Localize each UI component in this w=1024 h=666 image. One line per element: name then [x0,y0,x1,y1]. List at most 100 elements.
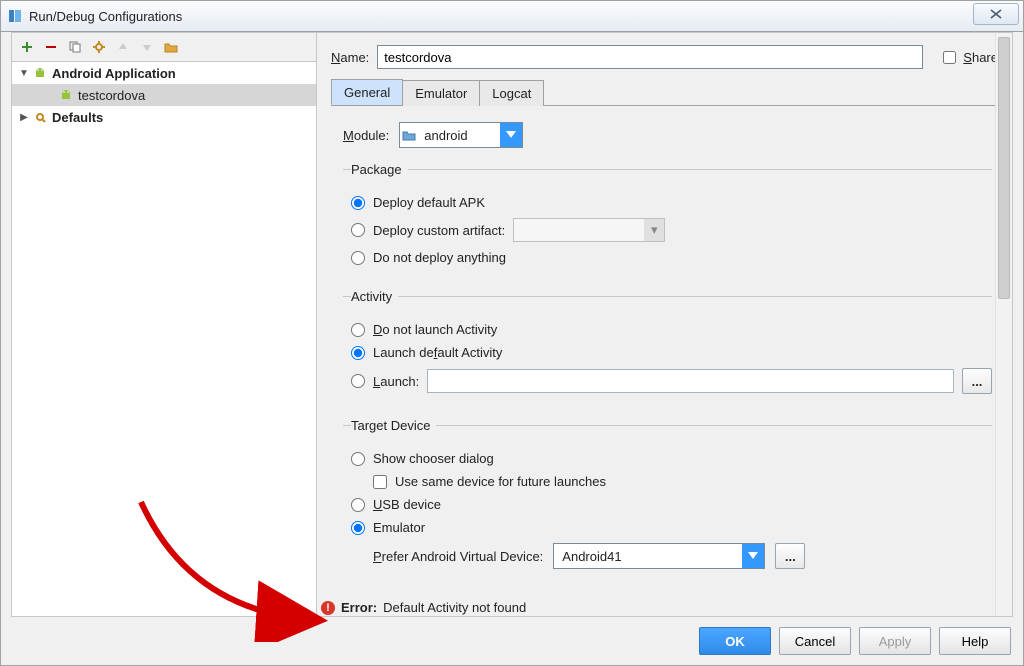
option-text: Show chooser dialog [373,451,494,466]
left-panel: ▼ Android Application testcordova ▶ [12,33,317,616]
error-message: Default Activity not found [383,600,526,615]
tab-panel-general: Module: android Pack [331,106,998,616]
share-checkbox-label[interactable]: Share [939,48,998,67]
add-config-button[interactable] [18,38,36,56]
deploy-default-apk-option[interactable]: Deploy default APK [351,195,992,210]
tab-bar: General Emulator Logcat [331,79,998,106]
browse-activity-button[interactable]: ... [962,368,992,394]
option-text: Do not deploy anything [373,250,506,265]
tab-emulator[interactable]: Emulator [402,80,480,106]
activity-group: Activity Do not launch Activity Launch d… [343,289,992,402]
titlebar: Run/Debug Configurations [1,1,1023,32]
prefer-avd-combo[interactable]: Android41 [553,543,765,569]
use-same-device-checkbox[interactable] [373,475,387,489]
browse-avd-button[interactable]: ... [775,543,805,569]
chevron-down-icon[interactable] [742,544,764,568]
settings-config-button[interactable] [90,38,108,56]
tree-label: testcordova [78,88,145,103]
module-row: Module: android [343,122,992,148]
expand-arrow-icon[interactable]: ▶ [18,112,30,123]
app-icon [7,8,23,24]
target-device-legend: Target Device [351,418,436,433]
do-not-launch-option[interactable]: Do not launch Activity [351,322,992,337]
error-label: Error: [341,600,377,615]
do-not-deploy-option[interactable]: Do not deploy anything [351,250,992,265]
activity-legend: Activity [351,289,398,304]
dialog-window: Run/Debug Configurations [0,0,1024,666]
package-group: Package Deploy default APK Deploy custom… [343,162,992,273]
launch-default-option[interactable]: Launch default Activity [351,345,992,360]
tab-general[interactable]: General [331,79,403,105]
option-text: Launch default Activity [373,345,502,360]
tree-label: Defaults [52,110,103,125]
apply-button[interactable]: Apply [859,627,931,655]
option-text: Deploy custom artifact: [373,223,505,238]
name-row: Name: Share [331,45,998,69]
close-window-button[interactable] [973,3,1019,25]
emulator-option[interactable]: Emulator [351,520,992,535]
deploy-custom-artifact-option[interactable]: Deploy custom artifact: ▾ [351,218,992,242]
chevron-down-icon[interactable] [500,123,522,147]
android-icon [58,87,74,103]
help-button[interactable]: Help [939,627,1011,655]
move-down-button[interactable] [138,38,156,56]
dialog-button-bar: OK Cancel Apply Help [699,627,1011,655]
module-combo[interactable]: android [399,122,523,148]
move-up-button[interactable] [114,38,132,56]
window-title: Run/Debug Configurations [29,9,182,24]
option-text: Use same device for future launches [395,474,606,489]
right-panel: Name: Share General Emulator Logcat Modu… [317,33,1012,616]
launch-default-radio[interactable] [351,346,365,360]
option-text: Deploy default APK [373,195,485,210]
custom-artifact-combo[interactable]: ▾ [513,218,665,242]
tree-node-android-application[interactable]: ▼ Android Application [12,62,316,84]
launch-activity-input[interactable] [427,369,954,393]
name-input[interactable] [377,45,923,69]
remove-config-button[interactable] [42,38,60,56]
deploy-default-apk-radio[interactable] [351,196,365,210]
prefer-avd-label: Prefer Android Virtual Device: [373,549,543,564]
option-text: Do not launch Activity [373,322,497,337]
show-chooser-option[interactable]: Show chooser dialog [351,451,992,466]
option-text: Launch: [373,374,419,389]
usb-device-radio[interactable] [351,498,365,512]
share-checkbox[interactable] [943,51,956,64]
vertical-scrollbar[interactable] [995,33,1012,616]
launch-specific-radio[interactable] [351,374,365,388]
dialog-content: ▼ Android Application testcordova ▶ [1,32,1023,665]
do-not-deploy-radio[interactable] [351,251,365,265]
tree-label: Android Application [52,66,176,81]
android-icon [32,65,48,81]
show-chooser-radio[interactable] [351,452,365,466]
tree-node-testcordova[interactable]: testcordova [12,84,316,106]
prefer-avd-value: Android41 [554,549,742,564]
chevron-down-icon[interactable]: ▾ [644,219,664,241]
scrollbar-thumb[interactable] [998,37,1010,299]
config-tree[interactable]: ▼ Android Application testcordova ▶ [12,62,316,616]
tree-node-defaults[interactable]: ▶ Defaults [12,106,316,128]
wrench-icon [32,109,48,125]
option-text: Emulator [373,520,425,535]
expand-arrow-icon[interactable]: ▼ [18,68,30,79]
ok-button[interactable]: OK [699,627,771,655]
config-toolbar [12,33,316,62]
do-not-launch-radio[interactable] [351,323,365,337]
error-icon: ! [321,601,335,615]
option-text: USB device [373,497,441,512]
folder-button[interactable] [162,38,180,56]
folder-icon [400,129,418,141]
prefer-avd-row: Prefer Android Virtual Device: Android41… [373,543,992,569]
use-same-device-option[interactable]: Use same device for future launches [373,474,992,489]
target-device-group: Target Device Show chooser dialog Use sa… [343,418,992,569]
name-label: Name: [331,50,369,65]
copy-config-button[interactable] [66,38,84,56]
tab-logcat[interactable]: Logcat [479,80,544,106]
module-label: Module: [343,128,389,143]
deploy-custom-artifact-radio[interactable] [351,223,365,237]
cancel-button[interactable]: Cancel [779,627,851,655]
error-bar: ! Error: Default Activity not found [321,600,1003,615]
launch-specific-option[interactable]: Launch: ... [351,368,992,394]
package-legend: Package [351,162,408,177]
usb-device-option[interactable]: USB device [351,497,992,512]
emulator-radio[interactable] [351,521,365,535]
